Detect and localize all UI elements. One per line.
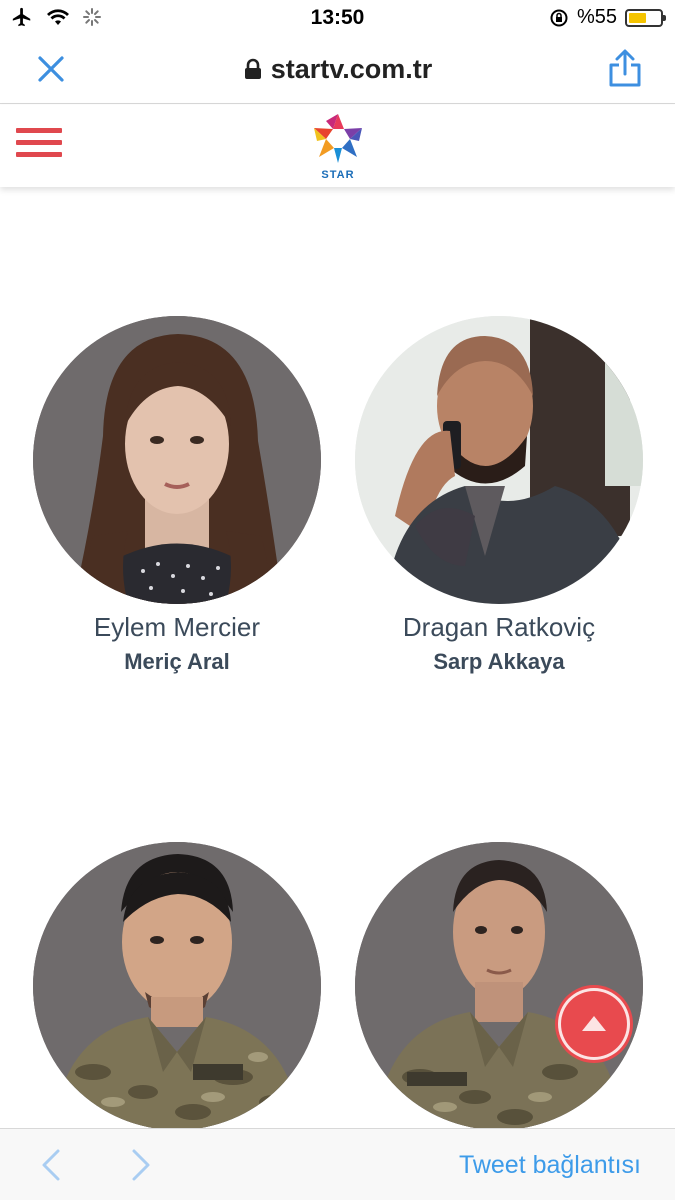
tweet-link-button[interactable]: Tweet bağlantısı <box>459 1151 641 1180</box>
share-icon <box>609 49 641 87</box>
arrow-up-icon <box>582 1016 606 1031</box>
portrait-man-phone-image <box>355 316 643 604</box>
menu-line <box>16 152 62 157</box>
chevron-left-icon <box>42 1149 60 1181</box>
cast-card[interactable] <box>32 842 322 1138</box>
cast-photo[interactable] <box>355 316 643 604</box>
status-right: %55 <box>549 6 666 29</box>
scroll-top-button[interactable] <box>558 988 630 1060</box>
battery-percent: %55 <box>576 6 617 28</box>
bottom-toolbar: Tweet bağlantısı <box>0 1128 675 1200</box>
address-bar[interactable]: startv.com.tr <box>0 54 675 85</box>
chevron-right-icon <box>132 1149 150 1181</box>
battery-level <box>629 12 646 23</box>
cast-photo[interactable] <box>355 842 643 1130</box>
cast-card[interactable]: Eylem Mercier Meriç Aral <box>32 316 322 675</box>
browser-bar: startv.com.tr <box>0 36 675 104</box>
portrait-soldier-image <box>355 842 643 1130</box>
battery-icon <box>625 8 666 27</box>
character-name: Dragan Ratkoviç <box>402 612 596 642</box>
menu-button[interactable] <box>16 128 62 164</box>
star-logo[interactable]: STAR <box>309 111 367 183</box>
cast-photo[interactable] <box>33 316 321 604</box>
url-text: startv.com.tr <box>270 54 433 84</box>
back-button[interactable] <box>38 1147 64 1183</box>
logo-text: STAR <box>321 169 355 181</box>
status-bar: 13:50 %55 <box>0 0 675 36</box>
menu-line <box>16 140 62 145</box>
menu-line <box>16 128 62 133</box>
forward-button[interactable] <box>128 1147 154 1183</box>
portrait-woman-image <box>33 316 321 604</box>
actor-name: Sarp Akkaya <box>433 649 565 674</box>
actor-name: Meriç Aral <box>124 649 230 674</box>
portrait-soldier-image <box>33 842 321 1130</box>
site-header: STAR <box>0 105 675 187</box>
cast-photo[interactable] <box>33 842 321 1130</box>
share-button[interactable] <box>607 48 643 88</box>
cast-card[interactable]: Dragan Ratkoviç Sarp Akkaya <box>354 316 644 675</box>
orientation-lock-icon <box>550 9 568 26</box>
lock-icon <box>244 58 261 79</box>
star-logo-icon <box>314 114 362 163</box>
character-name: Eylem Mercier <box>93 612 261 642</box>
